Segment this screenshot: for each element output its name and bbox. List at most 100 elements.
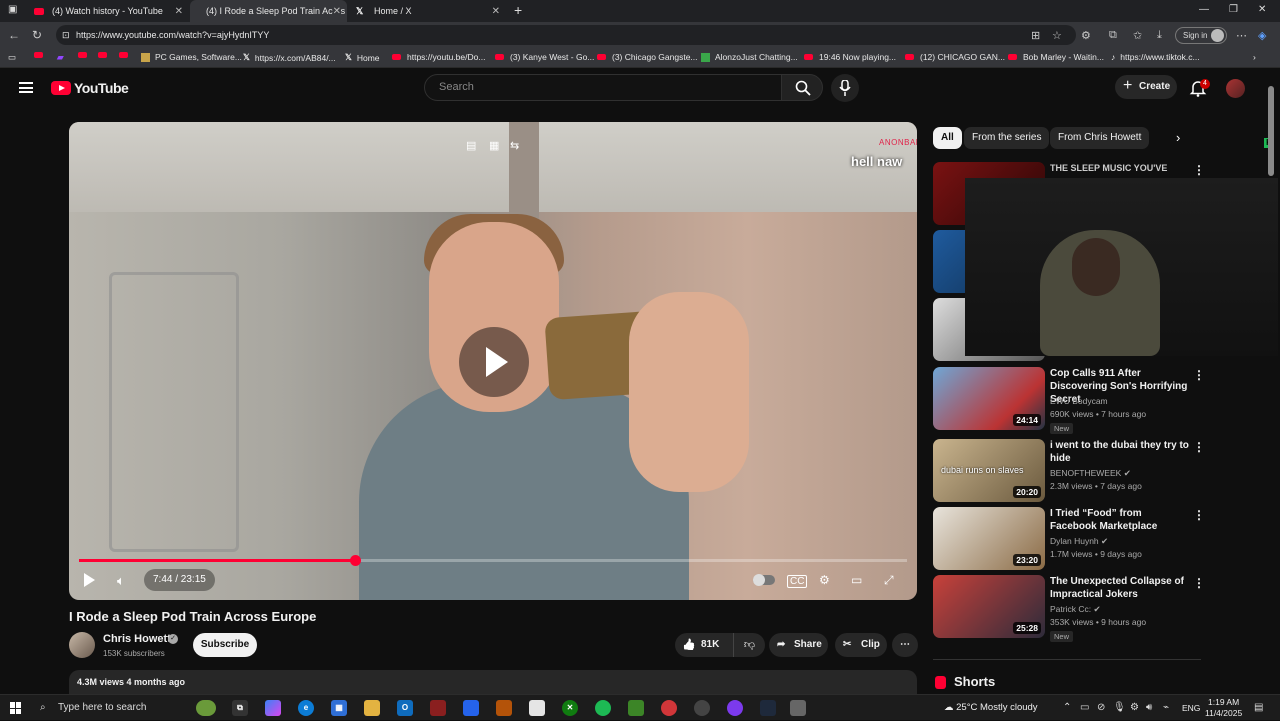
volume-icon[interactable]: 🔈︎ — [117, 573, 125, 589]
dislike-thumb-icon[interactable]: 👎︎ — [733, 633, 765, 657]
video-more-icon[interactable]: ⋮ — [1193, 163, 1205, 177]
channel-name[interactable]: Chris Howett — [103, 633, 171, 645]
youtube-logo[interactable]: YouTube — [51, 80, 129, 96]
theater-mode-icon[interactable]: ▭ — [851, 573, 862, 587]
autoplay-toggle[interactable] — [753, 574, 775, 586]
game-icon[interactable] — [430, 700, 446, 716]
app-icon[interactable] — [661, 700, 677, 716]
steam-icon[interactable] — [694, 700, 710, 716]
bookmark-chicago-gan[interactable]: (12) CHICAGO GAN... — [905, 52, 1005, 62]
refresh-icon[interactable]: ↻ — [32, 28, 42, 42]
minecraft-icon[interactable] — [628, 700, 644, 716]
share-button[interactable]: ➦ Share — [769, 633, 828, 657]
microphone-tray-icon[interactable]: 🎙︎ — [1113, 702, 1126, 713]
split-screen-icon[interactable]: ⧉ — [1109, 29, 1117, 42]
more-actions-icon[interactable]: ⋯ — [892, 633, 918, 657]
copilot-icon[interactable] — [265, 700, 281, 716]
user-avatar[interactable] — [1226, 79, 1245, 98]
bookmark-x-ab84[interactable]: 𝕏https://x.com/AB84/... — [243, 52, 336, 63]
tab-current-video[interactable]: (4) I Rode a Sleep Pod Train Acros ✕ — [190, 0, 347, 22]
video-channel[interactable]: Dylan Huynh ✔ — [1050, 536, 1108, 547]
store-icon[interactable]: ▦ — [331, 700, 347, 716]
search-button[interactable] — [781, 74, 823, 101]
video-more-icon[interactable]: ⋮ — [1193, 576, 1205, 590]
channel-avatar[interactable] — [69, 632, 95, 658]
captions-icon[interactable]: CC — [787, 575, 808, 588]
taskbar-search-input[interactable]: ⌕ Type here to search — [34, 695, 214, 721]
downloads-icon[interactable]: ⤓ — [1157, 29, 1162, 42]
create-button[interactable]: Create — [1115, 74, 1177, 99]
video-thumbnail[interactable]: dubai runs on slaves 20:20 — [933, 439, 1045, 502]
settings-gear-icon[interactable]: ⚙ — [819, 573, 830, 587]
bookmark-now-playing[interactable]: 19:46 Now playing... — [804, 52, 896, 62]
close-window-icon[interactable]: ✕ — [1258, 4, 1266, 15]
bookmarks-overflow-icon[interactable]: › — [1253, 52, 1256, 62]
video-channel[interactable]: BENOFTHEWEEK ✔ — [1050, 468, 1131, 479]
video-channel[interactable]: Patrick Cc: ✔ — [1050, 604, 1101, 615]
menu-hamburger-icon[interactable] — [19, 82, 33, 93]
app-icon[interactable] — [727, 700, 743, 716]
close-tab-icon[interactable]: ✕ — [492, 6, 500, 17]
chip-from-the-series[interactable]: From the series — [964, 127, 1050, 149]
weather-widget[interactable]: ☁ 25°C Mostly cloudy — [944, 702, 1038, 713]
video-thumbnail[interactable]: 23:20 — [933, 507, 1045, 570]
tray-app-icon[interactable]: ⊘ — [1097, 702, 1105, 713]
bookmark-youtube[interactable] — [34, 52, 49, 58]
video-thumbnail[interactable]: 25:28 — [933, 575, 1045, 638]
bookmark-x-home[interactable]: 𝕏 Home — [345, 52, 380, 63]
video-more-icon[interactable]: ⋮ — [1193, 508, 1205, 522]
menu-icon[interactable]: ⋯ — [1236, 29, 1247, 42]
scrubber-handle[interactable] — [349, 555, 361, 566]
video-channel[interactable]: EWU Bodycam — [1050, 396, 1108, 406]
search-input[interactable]: Search — [424, 74, 782, 101]
voice-search-button[interactable] — [831, 74, 859, 102]
video-more-icon[interactable]: ⋮ — [1193, 440, 1205, 454]
bookmark-youtube[interactable] — [98, 52, 113, 58]
notification-center-icon[interactable]: ▤ — [1254, 702, 1263, 713]
bookmark-chicago[interactable]: (3) Chicago Gangste... — [597, 52, 698, 62]
video-thumbnail[interactable]: 24:14 — [933, 367, 1045, 430]
tab-actions-icon[interactable]: ▣ — [8, 4, 17, 15]
tab-sidebar-icon[interactable]: ▭ — [8, 52, 16, 63]
translate-icon[interactable]: ⇆ — [510, 139, 519, 152]
clock[interactable]: 1:19 AM 11/4/2025 — [1205, 697, 1242, 719]
bookmark-bob-marley[interactable]: Bob Marley - Waitin... — [1008, 52, 1104, 62]
favorites-icon[interactable]: ✩ — [1133, 29, 1142, 42]
chip-all[interactable]: All — [933, 127, 962, 149]
tray-app-icon[interactable]: ▭ — [1080, 702, 1089, 713]
network-icon[interactable]: ⌁ — [1163, 702, 1169, 713]
outlook-icon[interactable]: O — [397, 700, 413, 716]
volume-tray-icon[interactable]: 🔊︎ — [1146, 702, 1152, 713]
file-explorer-icon[interactable] — [364, 700, 380, 716]
sign-in-button[interactable]: Sign in — [1175, 27, 1227, 44]
xbox-icon[interactable]: ✕ — [562, 700, 578, 716]
close-tab-icon[interactable]: ✕ — [175, 6, 183, 17]
like-button[interactable]: 81K — [675, 633, 730, 657]
restore-icon[interactable]: ❐ — [1229, 4, 1238, 15]
video-more-icon[interactable]: ⋮ — [1193, 368, 1205, 382]
site-info-icon[interactable]: ⊡ — [62, 25, 70, 45]
minimize-icon[interactable]: — — [1199, 4, 1209, 15]
subscribe-button[interactable]: Subscribe — [193, 633, 257, 657]
app-icon[interactable] — [496, 700, 512, 716]
bookmark-kick-alonzo[interactable]: AlonzoJust Chatting... — [701, 52, 798, 62]
clip-button[interactable]: ✂ Clip — [835, 633, 887, 657]
tray-chevron-icon[interactable]: ⌃ — [1063, 702, 1071, 713]
tray-app-icon[interactable]: ⚙ — [1130, 702, 1139, 713]
video-title[interactable]: The Unexpected Collapse of Impractical J… — [1050, 575, 1190, 601]
video-title[interactable]: i went to the dubai they try to hide — [1050, 439, 1190, 465]
language-indicator[interactable]: ENG — [1182, 703, 1200, 713]
bookmark-pc-games[interactable]: PC Games, Software... — [141, 52, 242, 62]
playlist-add-icon[interactable]: ▤ — [466, 139, 476, 152]
chip-from-channel[interactable]: From Chris Howett — [1050, 127, 1150, 149]
page-scrollbar[interactable] — [1268, 86, 1274, 176]
copilot-icon[interactable]: ◈ — [1258, 29, 1266, 42]
new-tab-icon[interactable]: + — [514, 2, 522, 18]
tab-x-home[interactable]: 𝕏 Home / X ✕ — [348, 0, 506, 22]
bookmark-youtube[interactable] — [78, 52, 93, 58]
app-icon[interactable] — [463, 700, 479, 716]
play-icon[interactable] — [84, 573, 95, 587]
favorite-star-icon[interactable]: ☆ — [1052, 29, 1062, 42]
spotify-icon[interactable] — [595, 700, 611, 716]
widget-icon[interactable] — [196, 700, 216, 716]
